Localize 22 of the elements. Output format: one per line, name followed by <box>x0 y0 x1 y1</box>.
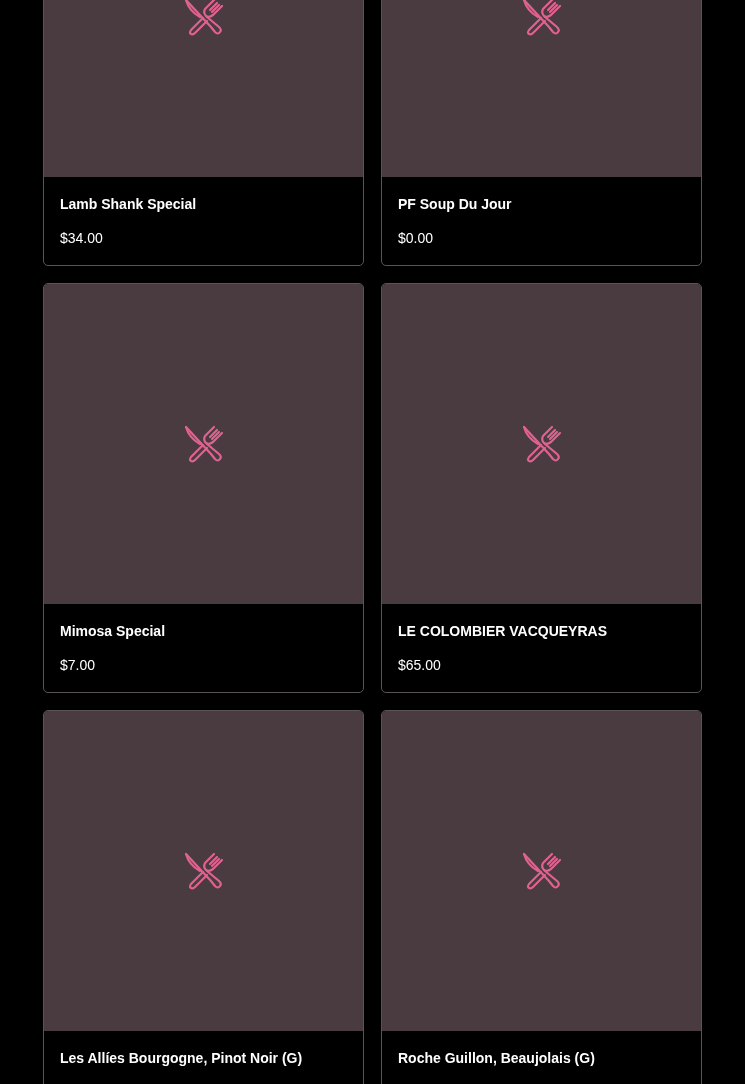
item-price: $7.00 <box>60 657 97 673</box>
menu-item-card[interactable]: Roche Guillon, Beaujolais (G) <box>381 710 702 1084</box>
menu-item-card[interactable]: LE COLOMBIER VACQUEYRAS $65.00 <box>381 283 702 693</box>
menu-item-card[interactable]: PF Soup Du Jour $0.00 <box>381 0 702 266</box>
fork-and-knife-icon <box>182 851 225 891</box>
menu-item-card[interactable]: Lamb Shank Special $34.00 <box>43 0 364 266</box>
item-name: Les Allíes Bourgogne, Pinot Noir (G) <box>60 1050 304 1066</box>
item-name: Lamb Shank Special <box>60 196 198 212</box>
menu-item-card[interactable]: Mimosa Special $7.00 <box>43 283 364 693</box>
item-price: $65.00 <box>398 657 442 673</box>
item-price: $0.00 <box>398 230 435 246</box>
item-name: PF Soup Du Jour <box>398 196 513 212</box>
fork-and-knife-icon <box>182 424 225 464</box>
item-price: $34.00 <box>60 230 104 246</box>
menu-item-card[interactable]: Les Allíes Bourgogne, Pinot Noir (G) <box>43 710 364 1084</box>
fork-and-knife-icon <box>520 0 563 37</box>
fork-and-knife-icon <box>520 424 563 464</box>
item-name: LE COLOMBIER VACQUEYRAS <box>398 623 608 639</box>
fork-and-knife-icon <box>520 851 563 891</box>
item-name: Mimosa Special <box>60 623 167 639</box>
fork-and-knife-icon <box>182 0 225 37</box>
item-name: Roche Guillon, Beaujolais (G) <box>398 1050 596 1066</box>
